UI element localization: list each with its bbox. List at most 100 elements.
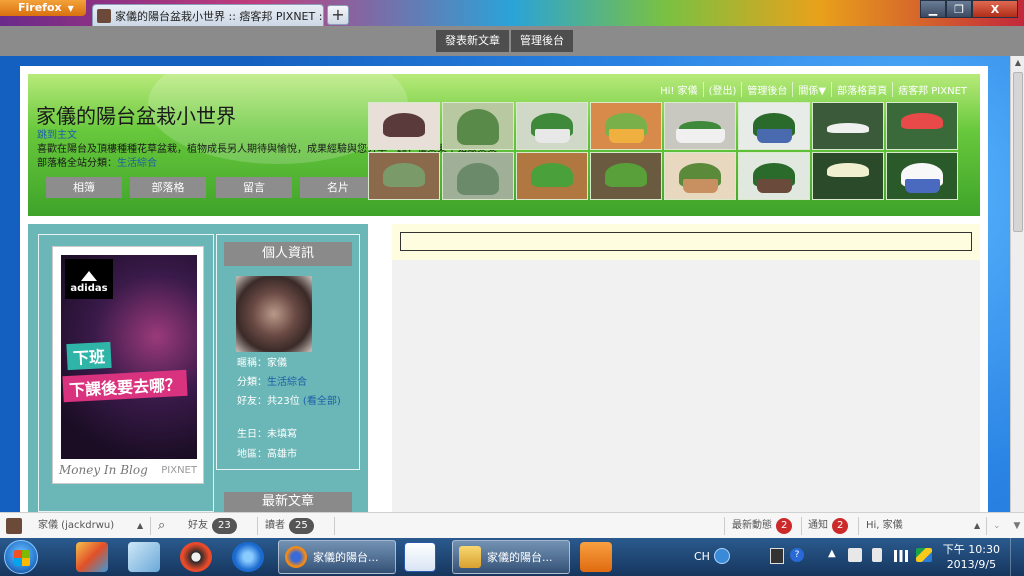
scroll-up-icon[interactable]: ▲ [1011, 56, 1024, 70]
taskbar-firefox-task[interactable]: 家儀的陽台... [278, 540, 396, 574]
toolbar-notifications[interactable]: 通知 2 [808, 513, 849, 539]
media-player-icon[interactable] [580, 542, 612, 572]
window-controls: ▁ ❐ X [920, 0, 1018, 18]
word-app-icon[interactable] [404, 542, 436, 572]
thumbnail[interactable] [368, 102, 440, 150]
thumbnail[interactable] [442, 102, 514, 150]
favicon-icon [97, 8, 111, 23]
browser-tab[interactable]: 家儀的陽台盆栽小世界 :: 痞客邦 PIXNET :: [92, 4, 324, 26]
thumbnail[interactable] [442, 152, 514, 200]
toolbar-activity[interactable]: 最新動態 2 [732, 513, 793, 539]
separator [801, 517, 802, 535]
close-button[interactable]: X [972, 0, 1018, 18]
admin-panel-button[interactable]: 管理後台 [511, 30, 573, 52]
tray-app-icon[interactable] [770, 548, 784, 564]
toolbar-scroll-corner: ▼ [1010, 512, 1024, 538]
friends-see-all-link[interactable]: (看全部) [303, 396, 341, 407]
minimize-button[interactable]: ▁ [920, 0, 946, 18]
thumbnail[interactable] [664, 102, 736, 150]
blog-category-label: 部落格全站分類： [37, 158, 117, 169]
blog-category: 部落格全站分類：生活綜合 [37, 154, 157, 169]
network-icon[interactable] [894, 550, 908, 562]
clock-time: 下午 10:30 [942, 543, 1000, 556]
thumbnail[interactable] [886, 102, 958, 150]
advertisement[interactable]: adidas 下班 下課後要去哪？ Money In Blog PIXNET [52, 246, 204, 484]
firefox-menu-button[interactable]: Firefox ▼ [0, 0, 86, 16]
caret-up-icon[interactable]: ▲ [137, 513, 143, 539]
thumbnail[interactable] [516, 152, 588, 200]
avatar[interactable] [236, 276, 312, 352]
toplink-logout[interactable]: (登出) [702, 82, 742, 97]
ad-image[interactable]: adidas 下班 下課後要去哪？ [61, 255, 197, 459]
chevron-down-icon[interactable]: ⌄ [993, 513, 1001, 539]
user-avatar-icon[interactable] [6, 518, 22, 534]
new-tab-button[interactable]: + [327, 5, 349, 25]
firefox-task-label: 家儀的陽台... [313, 551, 379, 564]
ime-language[interactable]: CH [694, 550, 710, 563]
thumbnail[interactable] [590, 102, 662, 150]
toplink-blog-home[interactable]: 部落格首頁 [831, 82, 892, 97]
nav-guestbook-button[interactable]: 留言 [216, 177, 292, 198]
thumbnail[interactable] [368, 152, 440, 200]
page-scrollbar[interactable]: ▲ [1010, 56, 1024, 512]
google-drive-icon[interactable] [916, 548, 932, 562]
toplink-relations[interactable]: 關係▼ [792, 82, 831, 97]
thumbnail[interactable] [516, 102, 588, 150]
nickname-value: 家儀 [267, 358, 287, 369]
toolbar-notify-label: 通知 [808, 520, 828, 531]
ime-icon[interactable] [714, 548, 730, 564]
folder-icon [459, 546, 481, 568]
toolbar-readers[interactable]: 讀者 25 [265, 513, 314, 539]
thumbnail[interactable] [590, 152, 662, 200]
profile-friends: 好友：共23位 (看全部) [237, 392, 345, 407]
paint-app-icon[interactable] [76, 542, 108, 572]
show-desktop-button[interactable] [1010, 538, 1024, 576]
caret-up-icon[interactable]: ▲ [974, 513, 980, 539]
search-icon[interactable]: ⌕ [158, 513, 165, 539]
photoscape-app-icon[interactable] [180, 542, 212, 572]
thumbnail[interactable] [664, 152, 736, 200]
blog-title[interactable]: 家儀的陽台盆栽小世界 [36, 100, 236, 129]
blog-category-link[interactable]: 生活綜合 [117, 158, 157, 169]
thumbnail[interactable] [812, 152, 884, 200]
main-content [392, 224, 980, 512]
scroll-thumb[interactable] [1013, 72, 1023, 232]
profile-category: 分類：生活綜合 [237, 373, 307, 388]
new-post-button[interactable]: 發表新文章 [436, 30, 509, 52]
power-icon[interactable] [872, 548, 882, 562]
separator [986, 517, 987, 535]
maximize-button[interactable]: ❐ [946, 0, 972, 18]
toolbar-friends[interactable]: 好友 23 [188, 513, 237, 539]
thumbnail[interactable] [738, 152, 810, 200]
volume-icon[interactable] [848, 548, 862, 562]
toolbar-user[interactable]: 家儀 (jackdrwu) [38, 513, 114, 539]
category-link[interactable]: 生活綜合 [267, 377, 307, 388]
notepad-app-icon[interactable] [128, 542, 160, 572]
nav-namecard-button[interactable]: 名片 [300, 177, 376, 198]
toplink-admin[interactable]: 管理後台 [741, 82, 792, 97]
help-icon[interactable]: ? [790, 548, 804, 562]
nav-album-button[interactable]: 相簿 [46, 177, 122, 198]
firefox-menu-label: Firefox [18, 1, 62, 14]
friends-value: 共23位 [267, 396, 300, 407]
ad-headline-1: 下班 [66, 341, 112, 371]
toolbar-friends-label: 好友 [188, 520, 208, 531]
thumbnail[interactable] [738, 102, 810, 150]
toplink-pixnet[interactable]: 痞客邦 PIXNET [892, 82, 972, 97]
toplink-hi[interactable]: Hi! 家儀 [655, 82, 703, 97]
chevron-down-icon: ▼ [67, 4, 74, 13]
region-label: 地區： [237, 449, 267, 460]
thumbnail[interactable] [886, 152, 958, 200]
taskbar-explorer-task[interactable]: 家儀的陽台... [452, 540, 570, 574]
system-clock[interactable]: 下午 10:30 2013/9/5 [943, 542, 1000, 572]
skip-to-content-link[interactable]: 跳到主文 [37, 126, 77, 141]
clock-date: 2013/9/5 [946, 558, 997, 571]
internet-explorer-icon[interactable] [232, 542, 264, 572]
show-hidden-icons-icon[interactable]: ▲ [828, 548, 836, 559]
toolbar-greeting[interactable]: Hi, 家儀 [866, 513, 903, 539]
nav-blog-button[interactable]: 部落格 [130, 177, 206, 198]
friends-count-badge: 23 [212, 518, 237, 534]
start-button[interactable] [4, 540, 38, 574]
profile-nickname: 暱稱：家儀 [237, 354, 287, 369]
thumbnail[interactable] [812, 102, 884, 150]
